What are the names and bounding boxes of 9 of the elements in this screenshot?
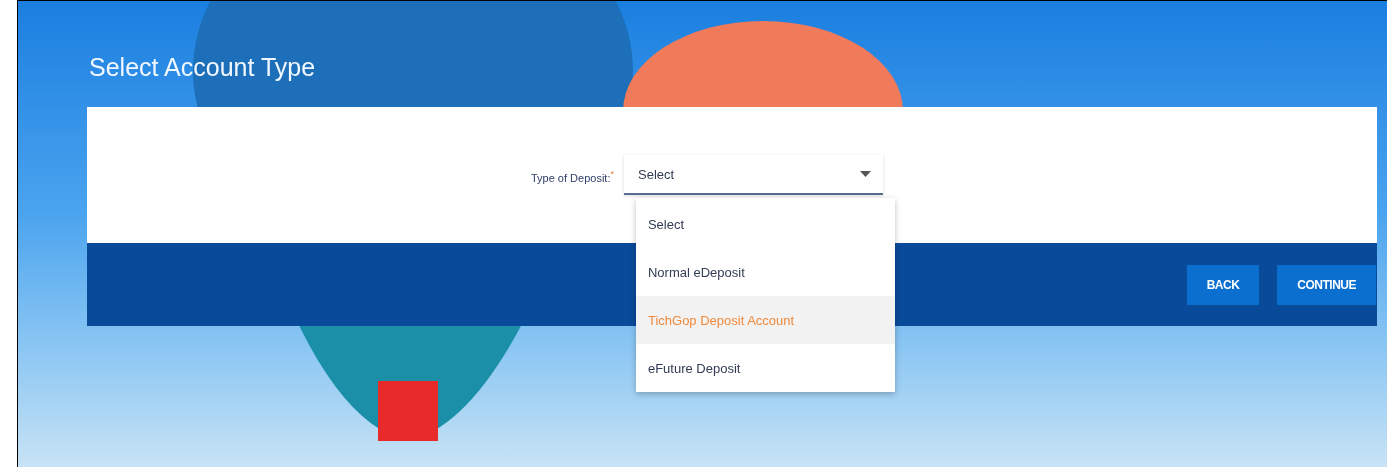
back-button[interactable]: BACK <box>1186 264 1260 305</box>
page-title: Select Account Type <box>89 53 317 83</box>
dropdown-option[interactable]: Select <box>635 200 895 248</box>
dropdown-option[interactable]: eFuture Deposit <box>635 344 895 392</box>
select-field[interactable]: Select <box>624 155 884 195</box>
dropdown-caret-icon <box>860 171 872 177</box>
field-label: Type of Deposit:$^{*}$ <box>530 169 615 184</box>
continue-button[interactable]: CONTINUE <box>1277 264 1376 305</box>
dropdown-option[interactable]: Normal eDeposit <box>635 248 895 296</box>
